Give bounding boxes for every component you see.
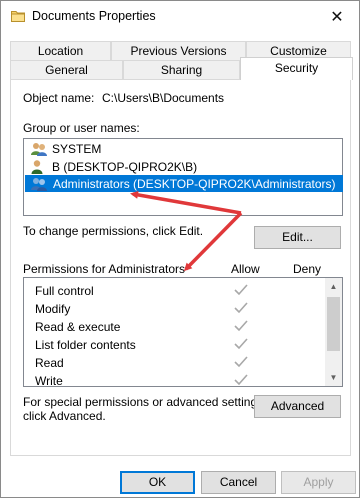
- cancel-button[interactable]: Cancel: [201, 471, 276, 494]
- allow-header: Allow: [231, 262, 260, 276]
- close-button[interactable]: ✕: [315, 1, 359, 32]
- object-name-label: Object name:: [23, 91, 95, 105]
- table-row: List folder contents: [24, 335, 326, 353]
- scroll-up-icon[interactable]: ▲: [325, 278, 342, 295]
- table-row: Full control: [24, 281, 326, 299]
- table-row: Write: [24, 371, 326, 387]
- properties-window: Documents Properties ✕ Location Previous…: [0, 0, 360, 498]
- button-label: Apply: [303, 475, 334, 489]
- check-icon: [234, 302, 248, 314]
- permission-name: Write: [35, 374, 63, 387]
- tab-location[interactable]: Location: [10, 41, 111, 61]
- tab-label: Previous Versions: [130, 44, 227, 58]
- tab-sharing[interactable]: Sharing: [123, 60, 240, 80]
- principal-name: SYSTEM: [52, 141, 102, 156]
- title-bar[interactable]: Documents Properties ✕: [1, 1, 359, 32]
- vertical-scrollbar[interactable]: ▲ ▼: [325, 278, 342, 386]
- advanced-hint-line1: For special permissions or advanced sett…: [23, 395, 267, 409]
- permission-name: Modify: [35, 302, 71, 316]
- permission-name: Read: [35, 356, 64, 370]
- tab-label: Sharing: [160, 63, 203, 77]
- table-row: Read & execute: [24, 317, 326, 335]
- check-icon: [234, 284, 248, 296]
- check-icon: [234, 338, 248, 350]
- permission-name: Full control: [35, 284, 94, 298]
- button-label: Cancel: [219, 475, 258, 489]
- apply-button[interactable]: Apply: [281, 471, 356, 494]
- deny-header: Deny: [293, 262, 322, 276]
- permissions-list[interactable]: Full control Modify Read & execute List …: [23, 277, 343, 387]
- tab-label: Security: [274, 61, 319, 75]
- check-icon: [234, 374, 248, 386]
- scroll-down-icon[interactable]: ▼: [325, 369, 342, 386]
- tab-label: General: [45, 63, 88, 77]
- close-icon: ✕: [330, 8, 344, 26]
- users-group-icon: [31, 142, 47, 156]
- table-row: Modify: [24, 299, 326, 317]
- group-names-label: Group or user names:: [23, 121, 140, 135]
- principal-name: Administrators (DESKTOP-QIPRO2K\Administ…: [53, 176, 336, 191]
- window-title: Documents Properties: [32, 9, 156, 23]
- list-item[interactable]: SYSTEM: [25, 140, 343, 157]
- principals-list[interactable]: SYSTEM B (DESKTOP-QIPRO2K\B) Administrat…: [23, 138, 343, 216]
- advanced-button[interactable]: Advanced: [254, 395, 341, 418]
- scroll-thumb[interactable]: [327, 297, 340, 351]
- tab-general[interactable]: General: [10, 60, 123, 80]
- permissions-label: Permissions for Administrators: [23, 262, 186, 276]
- advanced-hint-line2: click Advanced.: [23, 409, 106, 423]
- button-label: Edit...: [282, 230, 313, 244]
- tab-previous-versions[interactable]: Previous Versions: [111, 41, 246, 61]
- tab-label: Customize: [270, 44, 327, 58]
- tab-label: Location: [37, 44, 84, 58]
- check-icon: [234, 320, 248, 332]
- button-label: Advanced: [270, 399, 325, 413]
- user-icon: [31, 159, 43, 174]
- table-row: Read: [24, 353, 326, 371]
- ok-button[interactable]: OK: [120, 471, 195, 494]
- edit-button[interactable]: Edit...: [254, 226, 341, 249]
- change-permissions-hint: To change permissions, click Edit.: [23, 224, 204, 238]
- folder-icon: [11, 11, 25, 22]
- check-icon: [234, 356, 248, 368]
- permission-name: Read & execute: [35, 320, 121, 334]
- permission-name: List folder contents: [35, 338, 136, 352]
- users-group-icon: [31, 177, 47, 191]
- button-label: OK: [148, 475, 167, 489]
- tab-security[interactable]: Security: [240, 57, 353, 80]
- object-name-value: C:\Users\B\Documents: [102, 91, 225, 105]
- principal-name: B (DESKTOP-QIPRO2K\B): [52, 159, 198, 174]
- list-item[interactable]: B (DESKTOP-QIPRO2K\B): [25, 158, 343, 175]
- list-item[interactable]: Administrators (DESKTOP-QIPRO2K\Administ…: [25, 175, 343, 192]
